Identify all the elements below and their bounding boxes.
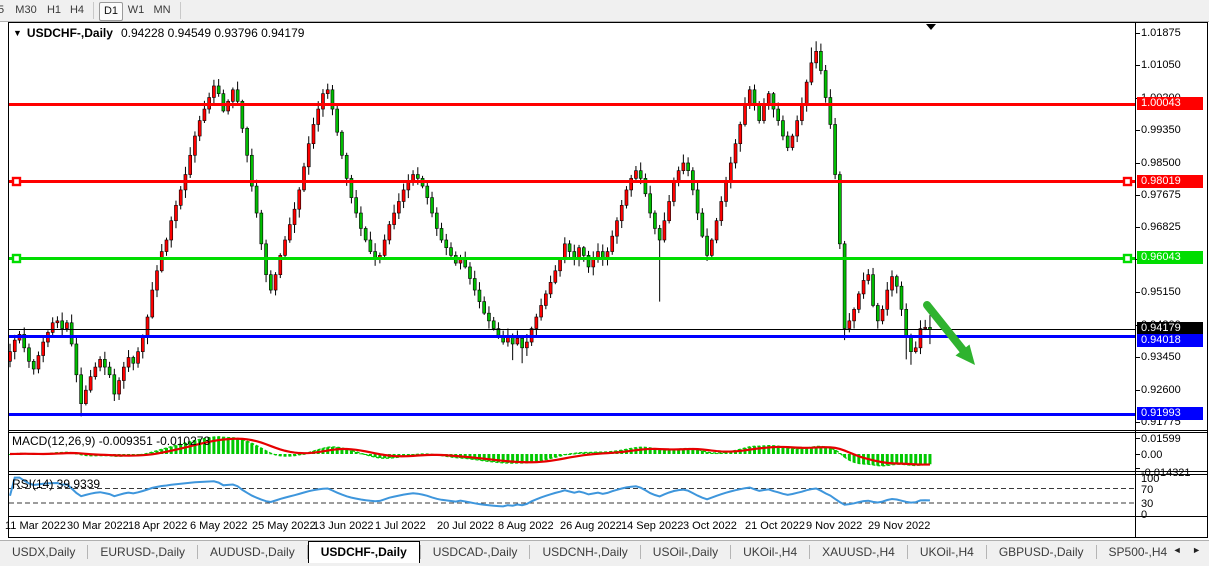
date-label: 20 Jul 2022	[437, 520, 494, 532]
date-label: 26 Aug 2022	[560, 520, 622, 532]
price-tick-mark	[1135, 292, 1140, 293]
price-level-label-0.94018: 0.94018	[1137, 334, 1203, 347]
horizontal-level-lines	[9, 105, 1135, 415]
price-tick-label: 0.99350	[1141, 124, 1181, 137]
symbol-tab-xauusd-h4[interactable]: XAUUSD-,H4	[810, 541, 907, 564]
price-tick-label: 0.93450	[1141, 351, 1181, 364]
macd-rsi-separator[interactable]	[8, 471, 1208, 472]
timeframe-toolbar: 5M30H1H4 D1W1MN	[0, 0, 1209, 22]
symbol-tab-audusd-daily[interactable]: AUDUSD-,Daily	[198, 541, 307, 564]
date-label: 25 May 2022	[252, 520, 316, 532]
macd-axis-label: 0.00	[1141, 449, 1162, 461]
date-label: 6 May 2022	[190, 520, 247, 532]
symbol-tab-gbpusd-daily[interactable]: GBPUSD-,Daily	[987, 541, 1096, 564]
rsi-bottom-border	[8, 516, 1208, 517]
rsi-indicator-label: RSI(14) 39.9339	[12, 477, 100, 491]
date-label: 14 Sep 2022	[621, 520, 683, 532]
chart-shift-marker-icon	[926, 24, 936, 30]
symbol-tab-usdx-daily[interactable]: USDX,Daily	[0, 541, 87, 564]
rsi-line	[10, 478, 930, 507]
hline-handle[interactable]	[1124, 178, 1131, 185]
date-label: 9 Nov 2022	[806, 520, 862, 532]
price-tick-mark	[1135, 195, 1140, 196]
hline-handle[interactable]	[13, 255, 20, 262]
price-level-label-0.96043: 0.96043	[1137, 251, 1203, 264]
price-tick-label: 1.01875	[1141, 27, 1181, 40]
price-tick-label: 0.92600	[1141, 384, 1181, 397]
timeframe-button-d1[interactable]: D1	[99, 2, 123, 21]
main-macd-separator[interactable]	[8, 430, 1208, 431]
timeframe-button-h4[interactable]: H4	[67, 2, 87, 19]
price-tick-mark	[1135, 422, 1140, 423]
macd-tick-mark	[1135, 454, 1140, 455]
date-label: 30 Mar 2022	[67, 520, 129, 532]
timeframe-button-w1[interactable]: W1	[125, 2, 147, 19]
price-tick-mark	[1135, 65, 1140, 66]
timeframe-button-mn[interactable]: MN	[150, 2, 174, 19]
toolbar-separator	[93, 2, 94, 19]
rsi-axis-label: 0	[1141, 509, 1147, 521]
symbol-tabbar: USDX,DailyEURUSD-,DailyAUDUSD-,DailyUSDC…	[0, 540, 1209, 564]
symbol-tab-ukoil-h4[interactable]: UKOil-,H4	[731, 541, 809, 564]
toolbar-separator	[180, 2, 181, 19]
price-tick-label: 0.97675	[1141, 189, 1181, 202]
symbol-tab-usdcnh-daily[interactable]: USDCNH-,Daily	[530, 541, 639, 564]
price-tick-mark	[1135, 390, 1140, 391]
timeframe-button-m30[interactable]: M30	[12, 2, 40, 19]
symbol-tab-ukoil-h4[interactable]: UKOil-,H4	[908, 541, 986, 564]
price-tick-label: 0.98500	[1141, 157, 1181, 170]
date-label: 1 Jul 2022	[375, 520, 426, 532]
date-label: 29 Nov 2022	[868, 520, 930, 532]
symbol-tab-usdcad-daily[interactable]: USDCAD-,Daily	[421, 541, 530, 564]
date-label: 21 Oct 2022	[745, 520, 805, 532]
timeframe-button-h1[interactable]: H1	[44, 2, 64, 19]
macd-tick-mark	[1135, 468, 1140, 469]
rsi-panel-top-border	[8, 474, 1208, 475]
rsi-panel	[9, 478, 1135, 507]
hline-handle[interactable]	[1124, 255, 1131, 262]
price-tick-mark	[1135, 227, 1140, 228]
price-level-label-0.91993: 0.91993	[1137, 407, 1203, 420]
macd-panel-top-border	[8, 432, 1208, 433]
price-level-label-0.98019: 0.98019	[1137, 175, 1203, 188]
price-level-label-1.00043: 1.00043	[1137, 97, 1203, 110]
timeframe-button-5[interactable]: 5	[0, 2, 8, 19]
date-label: 18 Apr 2022	[128, 520, 187, 532]
mt4-terminal: { "toolbar": { "timeframes": ["5", "M30"…	[0, 0, 1209, 566]
tab-scroll-arrows[interactable]: ◄ ►	[1173, 545, 1205, 555]
macd-indicator-label: MACD(12,26,9) -0.009351 -0.010273	[12, 434, 210, 448]
price-tick-label: 1.01050	[1141, 59, 1181, 72]
price-tick-mark	[1135, 357, 1140, 358]
price-axis-divider	[1135, 23, 1136, 537]
price-tick-mark	[1135, 163, 1140, 164]
price-tick-mark	[1135, 130, 1140, 131]
symbol-tab-usdchf-daily[interactable]: USDCHF-,Daily	[308, 541, 420, 564]
price-tick-label: 0.95150	[1141, 286, 1181, 299]
date-label: 8 Aug 2022	[498, 520, 554, 532]
date-label: 11 Mar 2022	[5, 520, 66, 532]
symbol-tab-sp500-h4[interactable]: SP500-,H4	[1097, 541, 1180, 564]
symbol-tab-usoil-daily[interactable]: USOil-,Daily	[641, 541, 730, 564]
price-tick-label: 0.96825	[1141, 221, 1181, 234]
date-label: 13 Jun 2022	[313, 520, 374, 532]
symbol-tab-eurusd-daily[interactable]: EURUSD-,Daily	[88, 541, 197, 564]
macd-tick-mark	[1135, 438, 1140, 439]
hline-handle[interactable]	[13, 178, 20, 185]
date-label: 3 Oct 2022	[683, 520, 737, 532]
candlesticks	[9, 41, 931, 416]
rsi-axis-label: 70	[1141, 484, 1153, 496]
price-tick-mark	[1135, 33, 1140, 34]
macd-axis-label: 0.01599	[1141, 433, 1181, 445]
